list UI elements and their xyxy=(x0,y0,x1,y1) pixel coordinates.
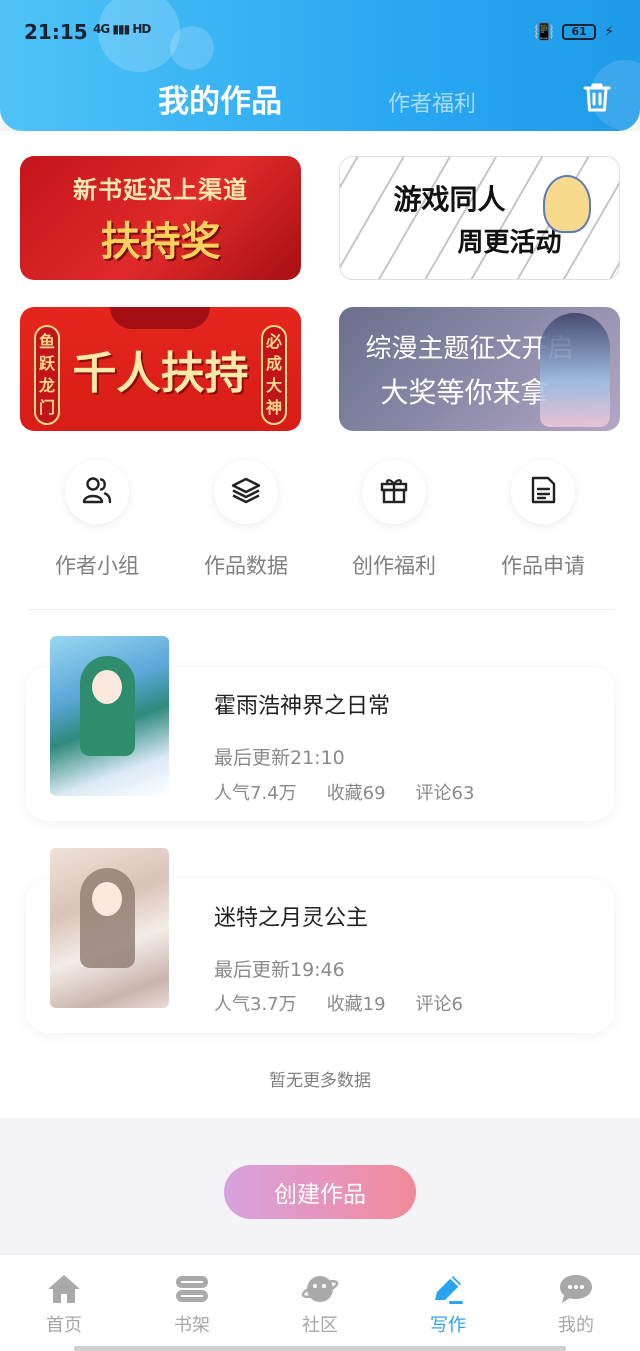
bookshelf-icon xyxy=(172,1271,212,1307)
work-cover-image[interactable] xyxy=(50,636,169,796)
nav-write[interactable]: 写作 xyxy=(408,1271,488,1337)
battery-icon: 61 xyxy=(562,23,597,40)
action-label: 作品数据 xyxy=(204,554,288,578)
banner-thousand-support[interactable]: 鱼跃龙门 千人扶持 必成大神 xyxy=(20,307,301,431)
tab-my-works[interactable]: 我的作品 xyxy=(158,76,282,121)
decor-bar xyxy=(110,307,210,329)
action-author-group[interactable]: 作者小组 xyxy=(37,460,157,580)
nav-label: 书架 xyxy=(174,1315,210,1336)
nav-home[interactable]: 首页 xyxy=(24,1271,104,1337)
banner-text: 大奖等你来拿 xyxy=(380,375,549,409)
status-time: 21:15 xyxy=(24,20,88,44)
network-label: 4G xyxy=(93,22,110,36)
tab-author-benefits[interactable]: 作者福利 xyxy=(388,86,476,118)
banner-anime-contest[interactable]: 综漫主题征文开启 大奖等你来拿 xyxy=(339,307,620,431)
header: 21:15 4G ▮▮▮ HD 📳 61 ⚡ 我的作品 作者福利 xyxy=(0,0,640,131)
document-icon xyxy=(528,475,558,509)
no-more-data-text: 暂无更多数据 xyxy=(269,1071,371,1091)
gift-icon xyxy=(379,475,409,509)
nav-label: 社区 xyxy=(302,1315,338,1336)
action-icon-circle xyxy=(511,460,575,524)
action-label: 作者小组 xyxy=(55,554,139,578)
vibrate-icon: 📳 xyxy=(534,22,555,41)
bottom-nav: 首页 书架 社区 写作 我的 xyxy=(0,1254,640,1351)
action-label: 创作福利 xyxy=(352,554,436,578)
hd-label: HD xyxy=(132,22,151,36)
nav-label: 我的 xyxy=(558,1315,594,1336)
action-icon-circle xyxy=(65,460,129,524)
banner-text: 千人扶持 xyxy=(72,348,249,399)
work-comments: 评论6 xyxy=(415,994,463,1015)
banner-text: 新书延迟上渠道 xyxy=(73,175,248,204)
action-icon-circle xyxy=(214,460,278,524)
character-illustration xyxy=(543,175,591,233)
work-popularity: 人气7.4万 xyxy=(214,783,297,804)
work-favorites: 收藏69 xyxy=(326,783,386,804)
chat-bubble-icon xyxy=(556,1271,596,1307)
work-stats: 人气3.7万 收藏19 评论6 xyxy=(214,990,463,1016)
character-illustration xyxy=(540,313,610,427)
nav-bookshelf[interactable]: 书架 xyxy=(152,1271,232,1337)
action-icon-circle xyxy=(362,460,426,524)
banner-side-tag: 鱼跃龙门 xyxy=(34,325,60,425)
work-favorites: 收藏19 xyxy=(326,994,386,1015)
users-icon xyxy=(82,476,112,508)
create-work-button[interactable]: 创建作品 xyxy=(224,1165,416,1219)
planet-icon xyxy=(300,1271,340,1307)
work-last-updated: 最后更新19:46 xyxy=(214,959,345,981)
layers-icon xyxy=(231,476,261,508)
work-last-updated: 最后更新21:10 xyxy=(214,747,345,769)
work-comments: 评论63 xyxy=(415,783,475,804)
banner-new-book-support[interactable]: 新书延迟上渠道 扶持奖 xyxy=(20,156,301,280)
action-creation-benefits[interactable]: 创作福利 xyxy=(334,460,454,580)
home-indicator[interactable] xyxy=(74,1346,566,1351)
work-stats: 人气7.4万 收藏69 评论63 xyxy=(214,779,474,805)
signal-icon: 4G ▮▮▮ HD xyxy=(93,22,151,36)
pen-icon xyxy=(428,1271,468,1307)
work-cover-image[interactable] xyxy=(50,848,169,1008)
action-work-data[interactable]: 作品数据 xyxy=(186,460,306,580)
work-title[interactable]: 迷特之月灵公主 xyxy=(214,900,368,932)
charging-icon: ⚡ xyxy=(604,23,614,40)
action-label: 作品申请 xyxy=(501,554,585,578)
nav-label: 写作 xyxy=(430,1315,466,1336)
banner-game-fanfic[interactable]: 游戏同人 周更活动 xyxy=(339,156,620,280)
work-title[interactable]: 霍雨浩神界之日常 xyxy=(214,688,390,720)
divider xyxy=(28,609,614,610)
cover-art xyxy=(92,882,122,916)
action-work-application[interactable]: 作品申请 xyxy=(483,460,603,580)
banner-text: 扶持奖 xyxy=(100,218,221,265)
work-popularity: 人气3.7万 xyxy=(214,994,297,1015)
nav-community[interactable]: 社区 xyxy=(280,1271,360,1337)
banner-side-tag: 必成大神 xyxy=(261,325,287,425)
nav-label: 首页 xyxy=(46,1315,82,1336)
nav-mine[interactable]: 我的 xyxy=(536,1271,616,1337)
cover-art xyxy=(92,670,122,704)
home-icon xyxy=(44,1271,84,1307)
status-bar: 21:15 4G ▮▮▮ HD 📳 61 ⚡ xyxy=(0,0,640,64)
trash-icon[interactable] xyxy=(578,78,616,116)
status-right: 📳 61 ⚡ xyxy=(534,22,614,41)
